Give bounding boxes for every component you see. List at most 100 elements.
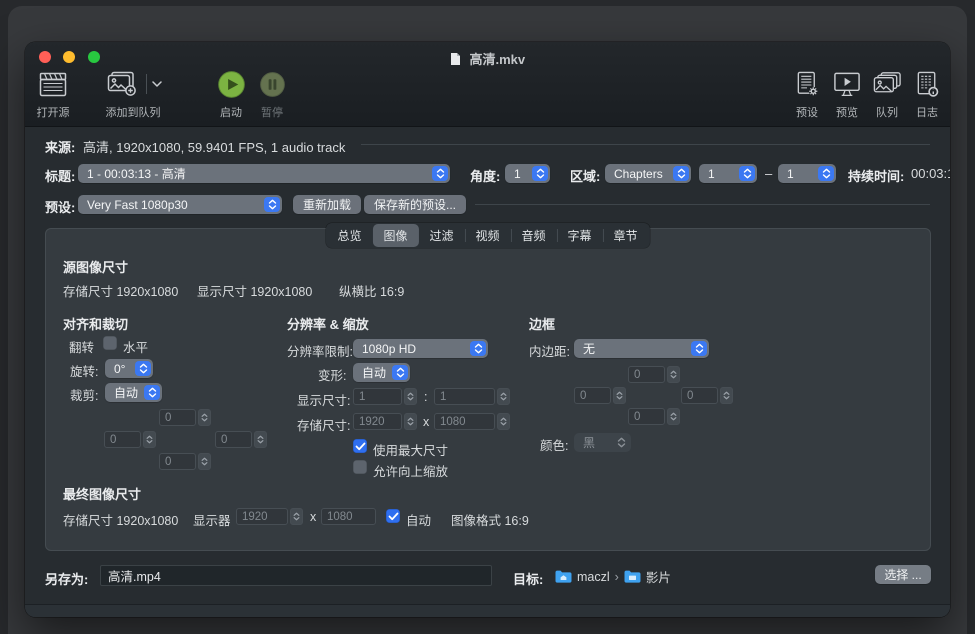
final-auto-checkbox[interactable] [386,509,400,523]
tab-picture[interactable]: 图像 [372,224,419,247]
resolution-header: 分辨率 & 缩放 [287,317,369,332]
check-icon [388,512,398,520]
display-size-label: 显示尺寸: [297,394,351,408]
range-to-popup[interactable]: 1 [778,164,836,183]
stepper-arrows-icon [198,409,211,426]
presets-button[interactable]: 预设 [787,68,827,120]
flip-horizontal-label: 水平 [123,341,149,355]
add-to-queue-label: 添加到队列 [105,107,161,119]
title-select-label: 标题: [45,169,76,184]
crop-right-stepper: 0 [215,431,267,448]
chevron-down-icon [151,81,162,87]
popup-arrows-icon [673,166,689,181]
tab-chapters[interactable]: 章节 [602,224,649,247]
activity-log-button[interactable]: 日志 [907,68,947,120]
resolution-limit-label: 分辨率限制: [287,345,353,359]
popup-arrows-icon [691,341,707,356]
start-label: 启动 [220,107,242,119]
picture-panel: 源图像尺寸 存储尺寸 1920x1080 显示尺寸 1920x1080 纵横比 … [45,228,931,551]
preset-popup[interactable]: Very Fast 1080p30 [78,195,282,214]
tab-summary[interactable]: 总览 [326,224,372,247]
path-separator: › [614,569,619,584]
flip-horizontal-checkbox[interactable] [103,336,117,350]
check-icon [355,442,365,450]
reload-preset-button[interactable]: 重新加载 [293,195,362,214]
resolution-limit-popup[interactable]: 1080p HD [353,339,488,358]
stepper-arrows-icon [198,453,211,470]
allow-upscale-label: 允许向上缩放 [373,465,449,479]
activity-log-icon [914,68,941,100]
crop-top-stepper: 0 [159,409,211,426]
flip-label: 翻转 [69,341,95,355]
queue-icon [872,68,903,100]
anamorphic-popup[interactable]: 自动 [353,363,410,382]
browse-destination-button[interactable]: 选择 ... [875,565,931,584]
preview-icon [832,68,862,100]
storage-width-stepper: 1920 [353,413,417,430]
source-size-header: 源图像尺寸 [63,260,129,275]
open-source-label: 打开源 [36,107,70,119]
popup-arrows-icon [613,435,629,450]
rotate-popup[interactable]: 0° [105,359,153,378]
stepper-arrows-icon [254,431,267,448]
popup-arrows-icon [135,361,151,376]
padding-top-stepper: 0 [628,366,680,383]
crop-mode-label: 裁剪: [70,389,99,403]
preset-label: 预设: [45,200,76,215]
padding-popup[interactable]: 无 [574,339,709,358]
source-storage-size: 存储尺寸 1920x1080 [63,285,179,299]
toolbar-separator [145,74,147,94]
title-popup[interactable]: 1 - 00:03:13 - 高清 [78,164,450,183]
save-as-label: 另存为: [45,572,89,587]
range-type-popup[interactable]: Chapters [605,164,691,183]
duration-label: 持续时间: [848,169,905,184]
crop-mode-popup[interactable]: 自动 [105,383,162,402]
play-icon [217,68,246,100]
clapperboard-icon [38,68,68,100]
add-to-queue-button[interactable]: 添加到队列 [87,68,179,120]
border-color-label: 颜色: [540,439,569,453]
start-button[interactable]: 启动 [211,68,251,120]
divider [475,204,930,205]
stepper-arrows-icon [497,388,510,405]
tab-filters[interactable]: 过滤 [418,224,464,247]
storage-size-label: 存储尺寸: [297,419,351,433]
preview-button[interactable]: 预览 [827,68,867,120]
save-as-input[interactable] [100,565,492,586]
allow-upscale-checkbox[interactable] [353,460,367,474]
tab-subtitles[interactable]: 字幕 [556,224,603,247]
window-title: 高清.mkv [25,49,950,68]
angle-popup[interactable]: 1 [505,164,550,183]
angle-label: 角度: [470,169,501,184]
padding-left-stepper: 0 [574,387,626,404]
save-new-preset-button[interactable]: 保存新的预设... [364,195,467,214]
stepper-arrows-icon [290,508,303,525]
window-header: 高清.mkv 打开源 添加到队列 启动 暂停 预设 预览 队列 日志 [25,42,950,127]
range-from-popup[interactable]: 1 [699,164,757,183]
path-home-name: maczl [577,569,610,584]
duration-value: 00:03:13 [911,166,950,181]
border-color-popup: 黑 [574,433,631,452]
crop-left-stepper: 0 [104,431,156,448]
padding-label: 内边距: [529,345,570,359]
storage-size-x: x [423,415,430,429]
tab-audio[interactable]: 音频 [510,224,557,247]
movies-folder-icon [624,570,641,583]
tab-video[interactable]: 视频 [464,224,510,247]
path-folder-name: 影片 [645,571,671,585]
activity-log-label: 日志 [916,107,938,119]
divider [361,144,930,145]
queue-button[interactable]: 队列 [867,68,907,120]
handbrake-window: 高清.mkv 打开源 添加到队列 启动 暂停 预设 预览 队列 日志 来源: 高… [25,42,950,617]
open-source-button[interactable]: 打开源 [29,68,77,120]
final-size-x: x [310,510,317,524]
add-to-queue-icon [107,71,136,96]
use-max-size-checkbox[interactable] [353,439,367,453]
destination-path: maczl › 影片 [555,567,671,586]
popup-arrows-icon [532,166,548,181]
stepper-arrows-icon [497,413,510,430]
range-label: 区域: [570,169,601,184]
final-storage-size: 存储尺寸 1920x1080 [63,514,179,528]
stepper-arrows-icon [667,366,680,383]
final-height-field: 1080 [321,508,376,525]
